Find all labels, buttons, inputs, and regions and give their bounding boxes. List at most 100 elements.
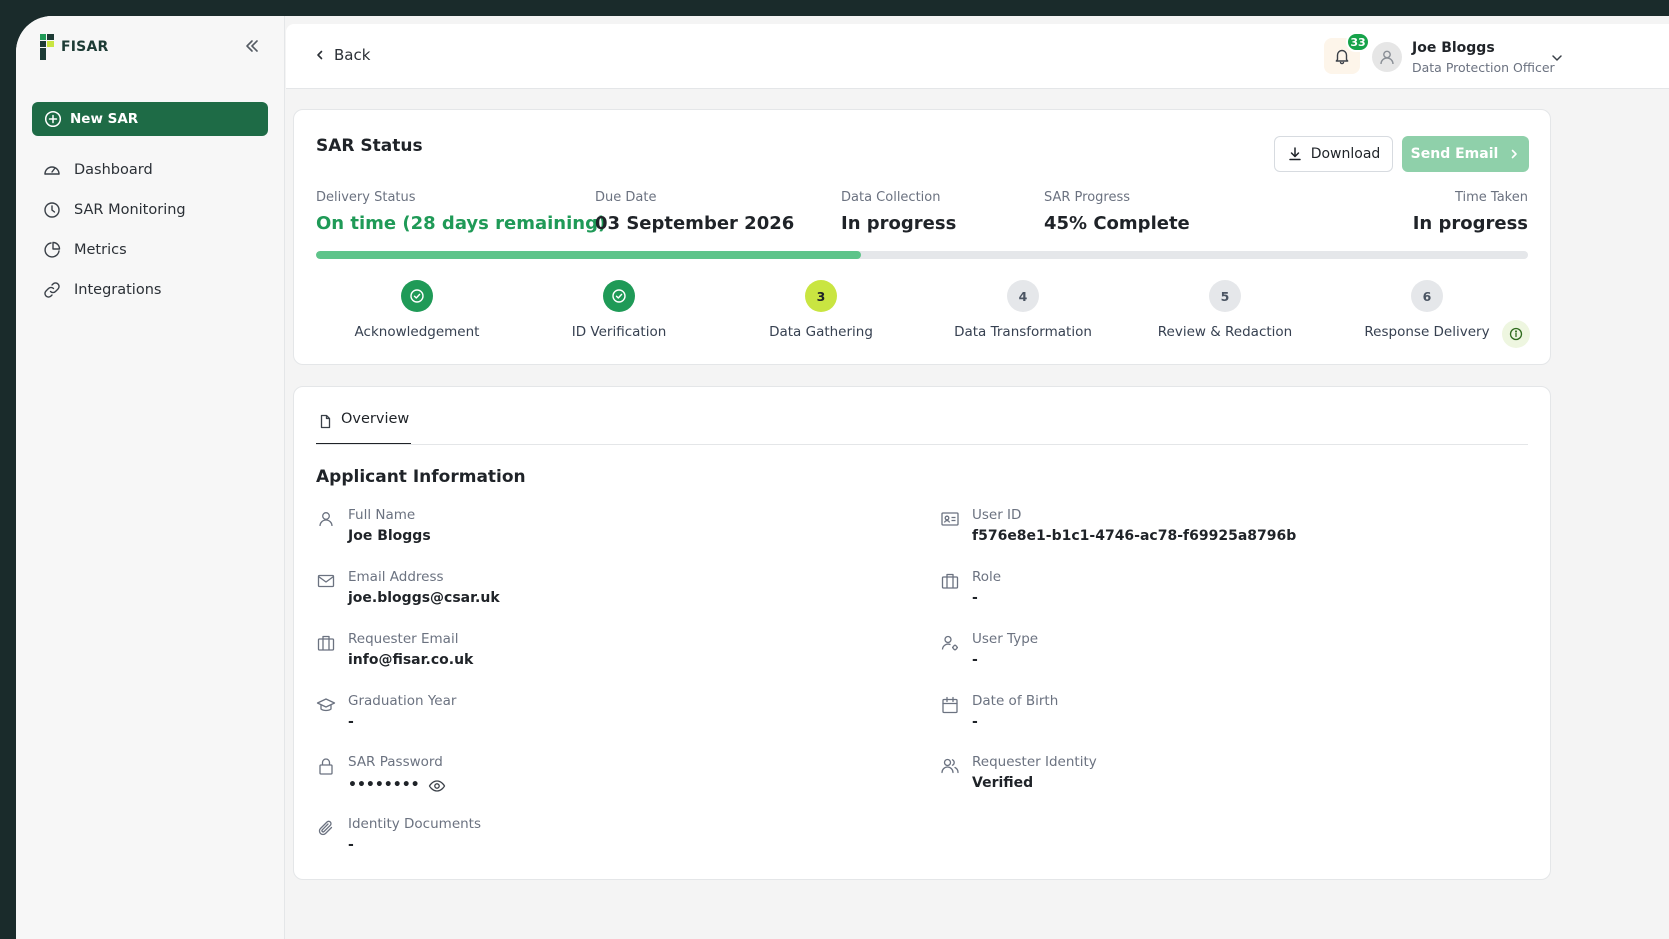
step-label: Review & Redaction xyxy=(1157,324,1293,340)
pie-chart-icon xyxy=(44,241,61,258)
send-email-button[interactable]: Send Email xyxy=(1402,136,1529,172)
user-role: Data Protection Officer xyxy=(1412,60,1555,75)
tab-overview-label: Overview xyxy=(341,411,410,427)
send-email-label: Send Email xyxy=(1410,146,1499,162)
sidebar-item-label: Metrics xyxy=(74,242,127,258)
avatar[interactable] xyxy=(1372,42,1402,72)
field-date-of-birth: Date of Birth - xyxy=(940,693,1058,730)
field-label: Requester Identity xyxy=(972,754,1097,770)
top-header: Back 33 Joe Bloggs Data Protection Offic… xyxy=(286,24,1669,89)
user-menu-toggle[interactable] xyxy=(1550,50,1564,69)
field-sar-password: SAR Password •••••••• xyxy=(316,754,446,795)
logo: FISAR xyxy=(40,34,108,60)
back-button[interactable]: Back xyxy=(314,46,370,64)
metric-label: Due Date xyxy=(595,190,657,205)
step-label: Data Gathering xyxy=(769,324,873,340)
sidebar-item-sar-monitoring[interactable]: SAR Monitoring xyxy=(40,190,268,230)
step-label: Response Delivery xyxy=(1364,324,1490,340)
metric-label: Time Taken xyxy=(1454,190,1528,205)
step-number: 4 xyxy=(1007,280,1039,312)
logo-mark-icon xyxy=(40,34,56,60)
step-label: ID Verification xyxy=(571,324,667,340)
sidebar-item-label: Dashboard xyxy=(74,162,153,178)
sar-status-card: SAR Status Download Send Email Delivery … xyxy=(293,109,1551,365)
field-requester-identity: Requester Identity Verified xyxy=(940,754,1097,791)
id-card-icon xyxy=(941,512,959,526)
step-data-transformation: 4 Data Transformation xyxy=(943,280,1103,340)
step-data-gathering: 3 Data Gathering xyxy=(741,280,901,340)
app-frame: FISAR New SAR Dashboard SAR Monitoring M… xyxy=(16,16,1669,939)
field-label: Graduation Year xyxy=(348,693,457,709)
sidebar: FISAR New SAR Dashboard SAR Monitoring M… xyxy=(16,16,285,939)
field-value: info@fisar.co.uk xyxy=(348,652,474,668)
logo-text: FISAR xyxy=(61,39,109,55)
field-value: Verified xyxy=(972,775,1034,791)
metric-label: Data Collection xyxy=(841,190,941,205)
field-label: Requester Email xyxy=(348,631,459,647)
plus-circle-icon xyxy=(44,110,62,128)
download-button[interactable]: Download xyxy=(1274,136,1393,172)
field-label: User ID xyxy=(972,507,1022,523)
step-number: 5 xyxy=(1209,280,1241,312)
field-requester-email: Requester Email info@fisar.co.uk xyxy=(316,631,473,668)
eye-icon[interactable] xyxy=(428,777,446,795)
tab-overview[interactable]: Overview xyxy=(316,411,412,445)
check-circle-icon xyxy=(410,289,424,303)
user-name: Joe Bloggs xyxy=(1412,40,1495,56)
sidebar-item-integrations[interactable]: Integrations xyxy=(40,270,268,310)
lock-icon xyxy=(319,758,333,775)
user-icon xyxy=(319,512,333,527)
field-user-type: User Type - xyxy=(940,631,1038,668)
check-circle-icon xyxy=(612,289,626,303)
chevron-right-icon xyxy=(1512,149,1518,159)
tab-divider xyxy=(316,444,1528,445)
notification-count-badge: 33 xyxy=(1346,32,1370,52)
sar-progress-bar xyxy=(316,251,1528,259)
field-label: SAR Password xyxy=(348,754,443,770)
applicant-info-title: Applicant Information xyxy=(316,467,526,487)
mail-icon xyxy=(317,574,335,588)
new-sar-label: New SAR xyxy=(70,111,139,127)
notifications-button[interactable]: 33 xyxy=(1324,32,1370,74)
field-value: - xyxy=(972,652,978,668)
sidebar-item-label: Integrations xyxy=(74,282,162,298)
graduation-cap-icon xyxy=(316,698,336,712)
users-icon xyxy=(941,758,959,774)
sidebar-item-label: SAR Monitoring xyxy=(74,202,186,218)
field-value: - xyxy=(348,714,354,730)
field-label: Email Address xyxy=(348,569,444,585)
info-icon xyxy=(1509,327,1523,341)
chevron-left-icon xyxy=(317,50,323,60)
metric-label: Delivery Status xyxy=(316,190,416,205)
gauge-icon xyxy=(44,166,60,175)
download-icon xyxy=(1288,147,1301,161)
link-icon xyxy=(44,282,60,298)
step-label: Data Transformation xyxy=(954,324,1092,340)
file-icon xyxy=(320,414,331,429)
metric-value: 45% Complete xyxy=(1044,213,1190,234)
field-label: Date of Birth xyxy=(972,693,1059,709)
status-info-button[interactable] xyxy=(1502,320,1530,348)
metric-due-date: Due Date 03 September 2026 xyxy=(595,190,794,234)
new-sar-button[interactable]: New SAR xyxy=(32,102,268,136)
field-label: User Type xyxy=(972,631,1039,647)
sidebar-item-metrics[interactable]: Metrics xyxy=(40,230,268,270)
field-value: - xyxy=(972,590,978,606)
field-full-name: Full Name Joe Bloggs xyxy=(316,507,431,544)
collapse-sidebar-button[interactable] xyxy=(242,36,262,56)
step-acknowledgement: Acknowledgement xyxy=(337,280,497,340)
metric-value: In progress xyxy=(841,213,957,234)
paperclip-icon xyxy=(318,820,333,836)
sidebar-item-dashboard[interactable]: Dashboard xyxy=(40,150,268,190)
chevron-down-icon xyxy=(1552,55,1562,61)
field-label: Identity Documents xyxy=(348,816,482,832)
field-graduation-year: Graduation Year - xyxy=(316,693,456,730)
bell-icon xyxy=(1335,49,1349,65)
field-label: Full Name xyxy=(348,507,416,523)
password-row: •••••••• xyxy=(348,775,446,795)
metric-value: In progress xyxy=(1412,213,1528,234)
field-value: •••••••• xyxy=(348,777,420,793)
metric-delivery-status: Delivery Status On time (28 days remaini… xyxy=(316,190,606,234)
back-label: Back xyxy=(334,46,371,64)
field-value: f576e8e1-b1c1-4746-ac78-f69925a8796b xyxy=(972,528,1297,544)
